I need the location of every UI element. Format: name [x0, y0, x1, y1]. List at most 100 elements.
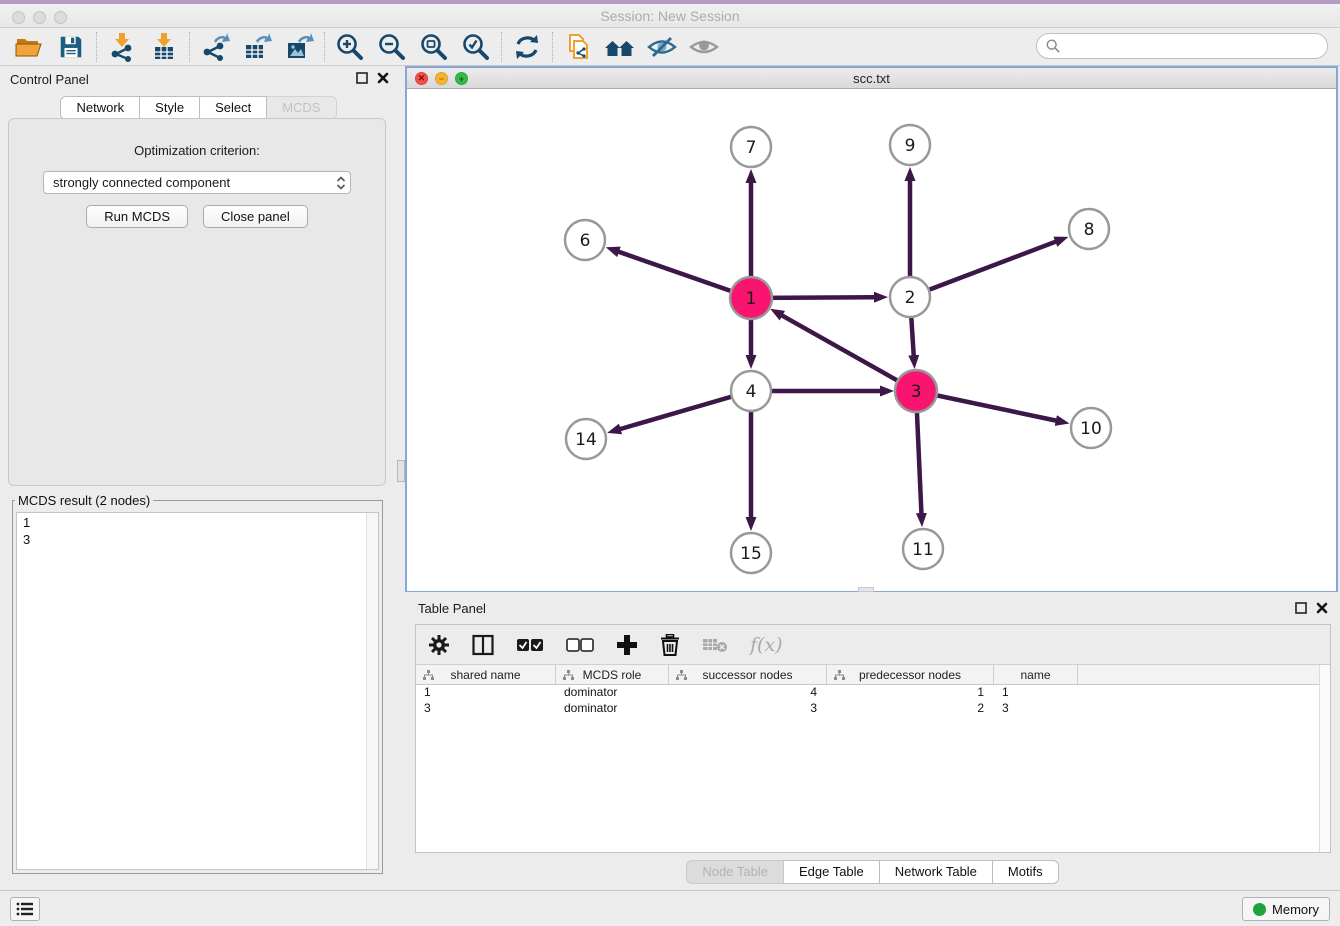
- mcds-result-textarea[interactable]: 1 3: [16, 512, 379, 870]
- import-table-button[interactable]: [143, 30, 185, 64]
- import-network-button[interactable]: [101, 30, 143, 64]
- table-scrollbar[interactable]: [1319, 665, 1330, 852]
- node-1[interactable]: 1: [730, 277, 772, 319]
- column-header-successor-nodes[interactable]: successor nodes: [669, 665, 827, 684]
- export-network-icon: [200, 32, 230, 62]
- node-15[interactable]: 15: [731, 533, 771, 573]
- delete-table-icon: [702, 636, 728, 654]
- tab-edge-table[interactable]: Edge Table: [784, 860, 880, 884]
- window-title: Session: New Session: [0, 8, 1340, 24]
- zoom-selected-icon: [461, 32, 491, 62]
- export-image-button[interactable]: [278, 30, 320, 64]
- cell-predecessor-nodes[interactable]: 2: [827, 701, 994, 717]
- criterion-dropdown[interactable]: strongly connected component: [43, 171, 351, 194]
- node-label: 8: [1084, 220, 1095, 240]
- tab-style[interactable]: Style: [140, 96, 200, 120]
- save-session-button[interactable]: [50, 30, 92, 64]
- close-panel-button[interactable]: Close panel: [203, 205, 308, 228]
- cell-name[interactable]: 1: [994, 685, 1078, 701]
- open-session-button[interactable]: [8, 30, 50, 64]
- panel-splitter-grip[interactable]: [397, 460, 405, 482]
- table-panel-header: Table Panel: [405, 594, 1340, 622]
- cell-successor-nodes[interactable]: 3: [669, 701, 827, 717]
- search-icon: [1045, 38, 1061, 54]
- column-header-predecessor-nodes[interactable]: predecessor nodes: [827, 665, 994, 684]
- column-header-mcds-role[interactable]: MCDS role: [556, 665, 669, 684]
- export-table-button[interactable]: [236, 30, 278, 64]
- close-panel-icon[interactable]: [377, 72, 389, 84]
- table-settings-button[interactable]: [428, 630, 450, 660]
- search-input[interactable]: [1065, 39, 1315, 54]
- show-column-panel-button[interactable]: [472, 630, 494, 660]
- node-3[interactable]: 3: [895, 370, 937, 412]
- create-column-button[interactable]: [616, 630, 638, 660]
- node-6[interactable]: 6: [565, 220, 605, 260]
- reset-home-button[interactable]: [599, 30, 641, 64]
- node-7[interactable]: 7: [731, 127, 771, 167]
- show-all-button[interactable]: [683, 30, 725, 64]
- tab-mcds[interactable]: MCDS: [267, 96, 336, 120]
- network-window-titlebar[interactable]: ✕ − + scc.txt: [407, 68, 1336, 89]
- table-row[interactable]: 3 dominator 3 2 3: [416, 701, 1330, 717]
- column-header-name[interactable]: name: [994, 665, 1078, 684]
- tab-node-table[interactable]: Node Table: [686, 860, 784, 884]
- task-history-button[interactable]: [10, 897, 40, 921]
- copy-view-icon: [563, 32, 593, 62]
- float-table-panel-icon[interactable]: [1295, 602, 1307, 614]
- hide-selected-button[interactable]: [641, 30, 683, 64]
- cell-predecessor-nodes[interactable]: 1: [827, 685, 994, 701]
- export-network-button[interactable]: [194, 30, 236, 64]
- node-11[interactable]: 11: [903, 529, 943, 569]
- function-builder-button[interactable]: f(x): [750, 630, 783, 660]
- cell-shared-name[interactable]: 1: [416, 685, 556, 701]
- zoom-fit-icon: [419, 32, 449, 62]
- table-row[interactable]: 1 dominator 4 1 1: [416, 685, 1330, 701]
- node-14[interactable]: 14: [566, 419, 606, 459]
- zoom-fit-button[interactable]: [413, 30, 455, 64]
- zoom-out-icon: [377, 32, 407, 62]
- result-scrollbar[interactable]: [366, 513, 378, 869]
- node-8[interactable]: 8: [1069, 209, 1109, 249]
- cell-successor-nodes[interactable]: 4: [669, 685, 827, 701]
- zoom-in-button[interactable]: [329, 30, 371, 64]
- cell-shared-name[interactable]: 3: [416, 701, 556, 717]
- window-resize-grip[interactable]: [858, 587, 874, 592]
- toolbar-separator: [96, 32, 97, 62]
- tab-network[interactable]: Network: [60, 96, 140, 120]
- run-mcds-button[interactable]: Run MCDS: [86, 205, 188, 228]
- tab-network-table[interactable]: Network Table: [880, 860, 993, 884]
- edge-2-8[interactable]: [910, 241, 1056, 297]
- delete-table-button[interactable]: [702, 630, 728, 660]
- node-4[interactable]: 4: [731, 371, 771, 411]
- column-label: successor nodes: [702, 668, 792, 682]
- select-all-button[interactable]: [516, 630, 544, 660]
- tab-motifs[interactable]: Motifs: [993, 860, 1059, 884]
- zoom-out-button[interactable]: [371, 30, 413, 64]
- cell-mcds-role[interactable]: dominator: [556, 701, 669, 717]
- list-icon: [16, 901, 34, 917]
- tab-select[interactable]: Select: [200, 96, 267, 120]
- edge-3-1[interactable]: [781, 315, 916, 391]
- network-canvas[interactable]: 7 9 6 8 1 2 4 3 14 10 15 11: [407, 89, 1336, 591]
- node-label: 3: [911, 382, 922, 402]
- copy-network-view-button[interactable]: [557, 30, 599, 64]
- cell-mcds-role[interactable]: dominator: [556, 685, 669, 701]
- node-2[interactable]: 2: [890, 277, 930, 317]
- float-panel-icon[interactable]: [356, 72, 368, 84]
- cell-name[interactable]: 3: [994, 701, 1078, 717]
- refresh-view-button[interactable]: [506, 30, 548, 64]
- search-field[interactable]: [1036, 33, 1328, 59]
- column-header-shared-name[interactable]: shared name: [416, 665, 556, 684]
- node-9[interactable]: 9: [890, 125, 930, 165]
- delete-column-button[interactable]: [660, 630, 680, 660]
- network-view-window: ✕ − + scc.txt 7 9 6 8 1 2 4 3 14 10 15 11: [405, 66, 1338, 592]
- table-panel-title: Table Panel: [418, 601, 486, 616]
- mcds-panel: Optimization criterion: strongly connect…: [8, 118, 386, 486]
- close-table-panel-icon[interactable]: [1316, 602, 1328, 614]
- network-canvas-svg[interactable]: 7 9 6 8 1 2 4 3 14 10 15 11: [407, 89, 1336, 591]
- zoom-selected-button[interactable]: [455, 30, 497, 64]
- memory-button[interactable]: Memory: [1242, 897, 1330, 921]
- memory-status-icon: [1253, 903, 1266, 916]
- node-10[interactable]: 10: [1071, 408, 1111, 448]
- deselect-all-button[interactable]: [566, 630, 594, 660]
